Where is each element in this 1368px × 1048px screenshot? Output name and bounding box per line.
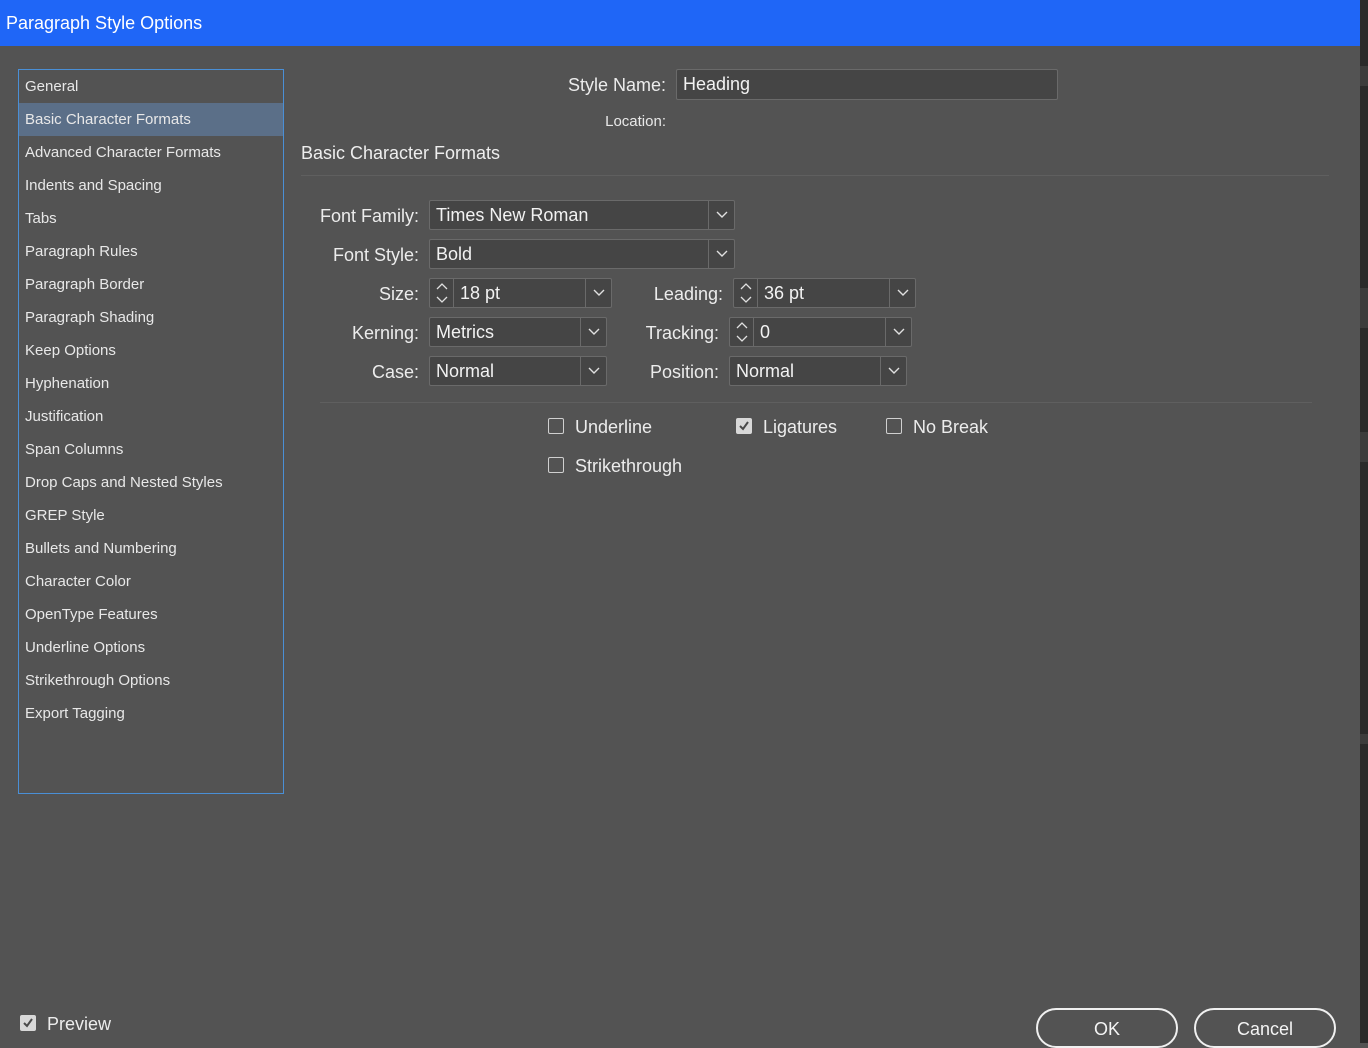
sidebar-item-bullets-numbering[interactable]: Bullets and Numbering bbox=[19, 532, 283, 565]
sidebar-item-basic-character-formats[interactable]: Basic Character Formats bbox=[19, 103, 283, 136]
sidebar-item-keep-options[interactable]: Keep Options bbox=[19, 334, 283, 367]
ligatures-checkbox[interactable] bbox=[736, 418, 752, 434]
leading-stepper[interactable] bbox=[734, 279, 758, 307]
chevron-down-icon[interactable] bbox=[880, 357, 906, 385]
position-dropdown[interactable]: Normal bbox=[729, 356, 907, 386]
location-label: Location: bbox=[605, 113, 666, 130]
style-name-label: Style Name: bbox=[567, 75, 666, 95]
sidebar-item-span-columns[interactable]: Span Columns bbox=[19, 433, 283, 466]
sidebar-item-opentype-features[interactable]: OpenType Features bbox=[19, 598, 283, 631]
background-edge-segment bbox=[1360, 66, 1368, 86]
underline-checkbox[interactable] bbox=[548, 418, 564, 434]
no-break-label[interactable]: No Break bbox=[913, 417, 988, 438]
sidebar-item-strikethrough-options[interactable]: Strikethrough Options bbox=[19, 664, 283, 697]
kerning-value: Metrics bbox=[436, 322, 494, 342]
font-style-label: Font Style: bbox=[332, 245, 419, 265]
font-style-dropdown[interactable]: Bold bbox=[429, 239, 735, 269]
sidebar-item-drop-caps-nested-styles[interactable]: Drop Caps and Nested Styles bbox=[19, 466, 283, 499]
chevron-down-icon[interactable] bbox=[885, 318, 911, 346]
sidebar-item-export-tagging[interactable]: Export Tagging bbox=[19, 697, 283, 730]
background-edge-segment bbox=[1360, 734, 1368, 744]
style-name-input[interactable]: Heading bbox=[676, 69, 1058, 100]
sidebar-item-underline-options[interactable]: Underline Options bbox=[19, 631, 283, 664]
sidebar-item-grep-style[interactable]: GREP Style bbox=[19, 499, 283, 532]
font-family-label: Font Family: bbox=[319, 206, 419, 226]
sidebar-item-character-color[interactable]: Character Color bbox=[19, 565, 283, 598]
sidebar-item-paragraph-border[interactable]: Paragraph Border bbox=[19, 268, 283, 301]
cancel-button[interactable]: Cancel bbox=[1194, 1008, 1336, 1048]
size-value[interactable]: 18 pt bbox=[460, 279, 500, 307]
ok-button[interactable]: OK bbox=[1036, 1008, 1178, 1048]
tracking-stepper[interactable] bbox=[730, 318, 754, 346]
sidebar-item-hyphenation[interactable]: Hyphenation bbox=[19, 367, 283, 400]
strikethrough-checkbox[interactable] bbox=[548, 457, 564, 473]
background-window-edge bbox=[1360, 0, 1368, 1043]
case-dropdown[interactable]: Normal bbox=[429, 356, 607, 386]
kerning-label: Kerning: bbox=[351, 323, 419, 343]
spinner-down-icon bbox=[736, 335, 748, 342]
sidebar-item-justification[interactable]: Justification bbox=[19, 400, 283, 433]
sidebar-item-tabs[interactable]: Tabs bbox=[19, 202, 283, 235]
chevron-down-icon[interactable] bbox=[889, 279, 915, 307]
dialog-titlebar: Paragraph Style Options bbox=[0, 0, 1360, 46]
strikethrough-label[interactable]: Strikethrough bbox=[575, 456, 682, 477]
ligatures-label[interactable]: Ligatures bbox=[763, 417, 837, 438]
tracking-value[interactable]: 0 bbox=[760, 318, 770, 346]
background-edge-segment bbox=[1360, 432, 1368, 462]
preview-checkbox[interactable] bbox=[20, 1015, 36, 1031]
underline-label[interactable]: Underline bbox=[575, 417, 652, 438]
chevron-down-icon[interactable] bbox=[580, 357, 606, 385]
sidebar-item-advanced-character-formats[interactable]: Advanced Character Formats bbox=[19, 136, 283, 169]
font-style-value: Bold bbox=[436, 244, 473, 264]
no-break-checkbox[interactable] bbox=[886, 418, 902, 434]
checkmark-icon bbox=[23, 1018, 33, 1028]
spinner-down-icon bbox=[740, 296, 752, 303]
chevron-down-icon[interactable] bbox=[708, 240, 734, 268]
spinner-up-icon bbox=[740, 283, 752, 290]
sidebar-item-indents-and-spacing[interactable]: Indents and Spacing bbox=[19, 169, 283, 202]
chevron-down-icon[interactable] bbox=[708, 201, 734, 229]
section-title: Basic Character Formats bbox=[301, 143, 501, 163]
size-label: Size: bbox=[378, 284, 419, 304]
size-combo[interactable]: 18 pt bbox=[429, 278, 612, 308]
spinner-up-icon bbox=[736, 322, 748, 329]
options-divider bbox=[320, 402, 1312, 403]
case-label: Case: bbox=[371, 362, 419, 382]
position-label: Position: bbox=[649, 362, 719, 382]
tracking-combo[interactable]: 0 bbox=[729, 317, 912, 347]
tracking-label: Tracking: bbox=[645, 323, 719, 343]
leading-value[interactable]: 36 pt bbox=[764, 279, 804, 307]
font-family-value: Times New Roman bbox=[436, 205, 589, 225]
chevron-down-icon[interactable] bbox=[580, 318, 606, 346]
case-value: Normal bbox=[436, 361, 495, 381]
sidebar-item-paragraph-shading[interactable]: Paragraph Shading bbox=[19, 301, 283, 334]
sidebar-item-paragraph-rules[interactable]: Paragraph Rules bbox=[19, 235, 283, 268]
size-stepper[interactable] bbox=[430, 279, 454, 307]
leading-label: Leading: bbox=[653, 284, 723, 304]
category-list[interactable]: General Basic Character Formats Advanced… bbox=[18, 69, 284, 794]
dialog-title: Paragraph Style Options bbox=[6, 13, 203, 33]
sidebar-item-general[interactable]: General bbox=[19, 70, 283, 103]
spinner-down-icon bbox=[436, 296, 448, 303]
preview-label[interactable]: Preview bbox=[47, 1014, 111, 1035]
background-edge-segment bbox=[1360, 288, 1368, 328]
leading-combo[interactable]: 36 pt bbox=[733, 278, 916, 308]
chevron-down-icon[interactable] bbox=[585, 279, 611, 307]
section-divider bbox=[301, 175, 1329, 176]
position-value: Normal bbox=[736, 361, 795, 381]
checkmark-icon bbox=[739, 421, 749, 431]
kerning-dropdown[interactable]: Metrics bbox=[429, 317, 607, 347]
font-family-dropdown[interactable]: Times New Roman bbox=[429, 200, 735, 230]
spinner-up-icon bbox=[436, 283, 448, 290]
